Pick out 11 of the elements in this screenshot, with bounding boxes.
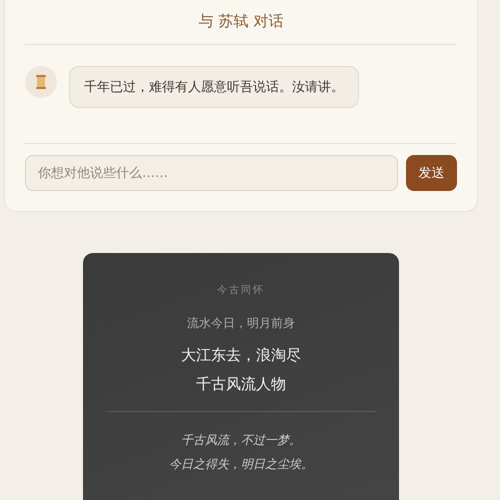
message-bubble: 千年已过，难得有人愿意听吾说话。汝请讲。 [69,66,359,108]
send-button[interactable]: 发送 [406,155,457,191]
scroll-avatar-icon [25,66,57,98]
reflection-line: 今日之得失，明日之尘埃。 [169,456,313,473]
reflection-line: 千古风流，不过一梦。 [181,432,301,449]
verse-line: 千古风流人物 [196,375,286,394]
verse-line: 大江东去，浪淘尽 [181,346,301,365]
quote-subtitle: 流水今日，明月前身 [187,315,295,332]
message-input[interactable]: 你想对他说些什么…… [25,155,398,191]
quote-heading: 今古同怀 [217,284,265,297]
chat-title: 与 苏轼 对话 [25,0,457,45]
